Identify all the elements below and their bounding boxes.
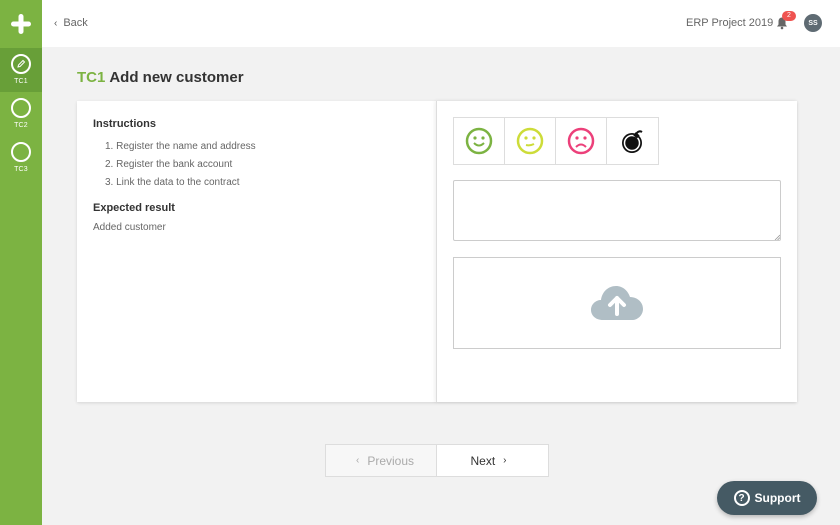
pagination: ‹ Previous Next › (325, 444, 549, 477)
mood-selector (453, 117, 659, 165)
expected-result-heading: Expected result (93, 202, 175, 214)
test-case-card: Instructions 1. Register the name and ad… (77, 101, 797, 402)
test-case-title: Add new customer (109, 69, 244, 86)
mood-bomb-button[interactable] (607, 118, 658, 164)
chevron-right-icon: › (503, 455, 507, 466)
mood-sad-button[interactable] (556, 118, 607, 164)
sidebar: TC1 TC2 TC3 (0, 0, 42, 525)
back-button[interactable]: ‹ Back (54, 17, 88, 29)
chevron-left-icon: ‹ (54, 17, 58, 29)
next-label: Next (470, 453, 496, 468)
expected-result-text: Added customer (93, 222, 166, 233)
comment-textarea[interactable] (453, 180, 781, 241)
sad-face-icon (567, 127, 595, 155)
sidebar-item-tc2[interactable]: TC2 (0, 92, 42, 136)
notification-badge: 2 (782, 11, 796, 21)
instructions-list: 1. Register the name and address 2. Regi… (93, 138, 421, 192)
back-label: Back (63, 17, 88, 29)
circle-icon (11, 142, 31, 162)
support-label: Support (754, 491, 801, 505)
app-logo[interactable] (0, 0, 42, 48)
chevron-left-icon: ‹ (355, 455, 360, 466)
instructions-heading: Instructions (93, 118, 156, 130)
previous-label: Previous (367, 453, 415, 468)
feedback-pane (436, 101, 797, 402)
circle-icon (11, 98, 31, 118)
page-title: TC1 Add new customer (77, 69, 244, 86)
project-name: ERP Project 2019 (686, 17, 774, 29)
sidebar-item-label: TC3 (14, 166, 28, 173)
instructions-pane: Instructions 1. Register the name and ad… (77, 101, 437, 402)
sidebar-item-label: TC1 (14, 78, 28, 85)
help-icon: ? (733, 490, 750, 506)
test-case-id: TC1 (77, 69, 106, 86)
pencil-icon (11, 54, 31, 74)
support-button[interactable]: ? Support (717, 481, 817, 515)
instruction-step: 3. Link the data to the contract (105, 177, 240, 188)
cloud-upload-icon (591, 286, 643, 320)
sidebar-item-tc1[interactable]: TC1 (0, 48, 42, 92)
bomb-icon (621, 130, 643, 153)
instruction-step: 2. Register the bank account (105, 159, 233, 170)
next-button[interactable]: Next › (437, 444, 549, 477)
neutral-face-icon (516, 127, 544, 155)
avatar[interactable]: SS (804, 14, 822, 32)
mood-neutral-button[interactable] (505, 118, 556, 164)
top-header: ‹ Back ERP Project 2019 2 SS (42, 0, 840, 47)
resize-handle-icon[interactable] (774, 234, 780, 240)
plus-logo-icon (11, 14, 31, 34)
previous-button[interactable]: ‹ Previous (325, 444, 437, 477)
upload-dropzone[interactable] (453, 257, 781, 349)
sidebar-item-label: TC2 (14, 122, 28, 129)
instruction-step: 1. Register the name and address (105, 141, 256, 152)
happy-face-icon (465, 127, 493, 155)
sidebar-item-tc3[interactable]: TC3 (0, 136, 42, 180)
mood-happy-button[interactable] (454, 118, 505, 164)
